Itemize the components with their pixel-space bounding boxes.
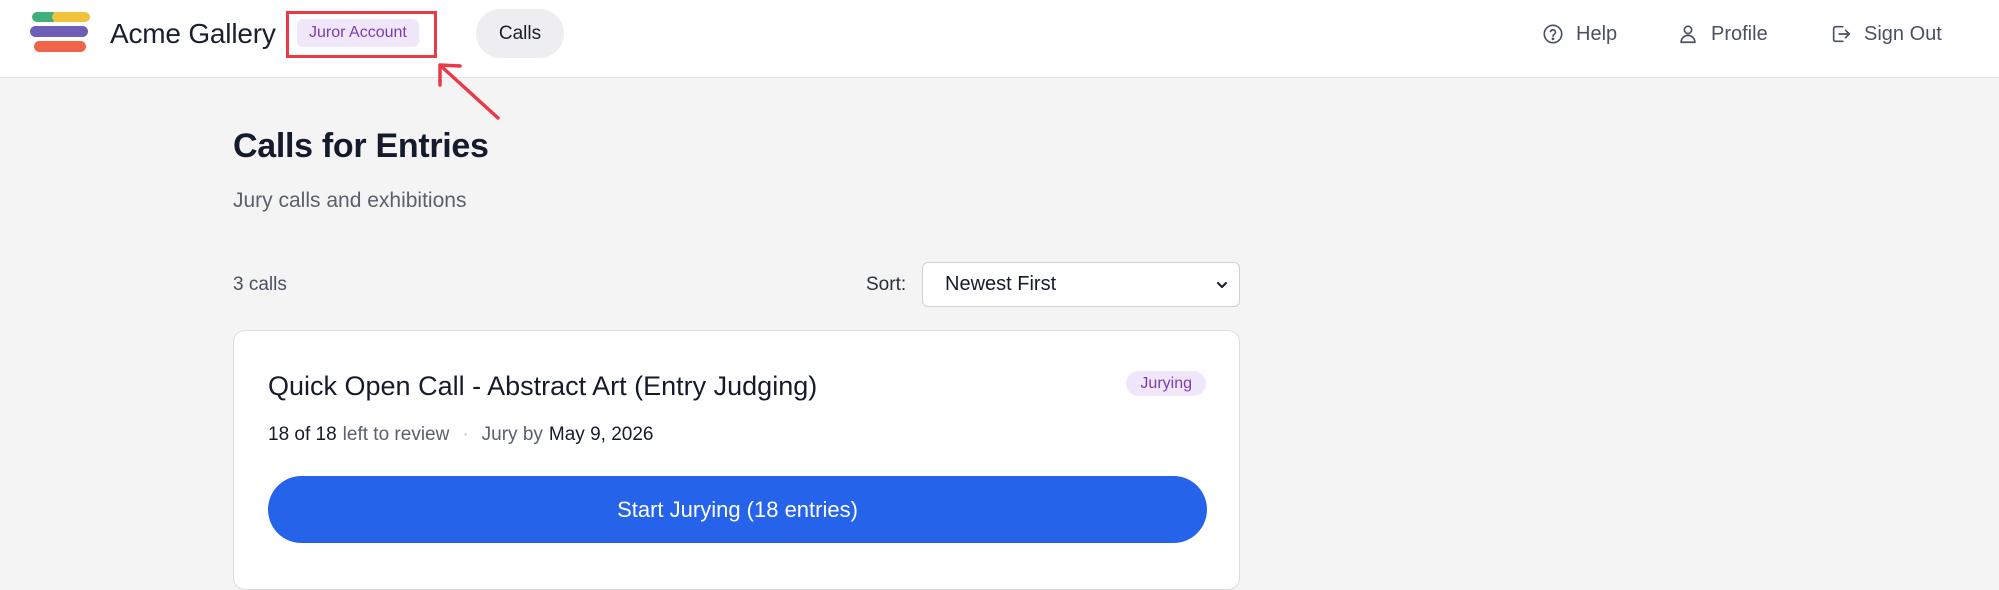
brand-name[interactable]: Acme Gallery [110,18,276,50]
sign-out-link[interactable]: Sign Out [1830,19,1942,49]
annotation-highlight-box [286,11,437,58]
annotation-arrow-icon [438,63,500,120]
call-meta: 18 of 18 left to review · Jury by May 9,… [268,424,653,446]
review-progress: 18 of 18 [268,424,337,445]
call-title[interactable]: Quick Open Call - Abstract Art (Entry Ju… [268,371,817,402]
jury-by-date: May 9, 2026 [548,424,654,445]
page-title: Calls for Entries [233,127,489,165]
nav-calls[interactable]: Calls [476,9,564,58]
acme-gallery-logo[interactable] [30,10,94,56]
call-card: Quick Open Call - Abstract Art (Entry Ju… [233,330,1240,590]
start-jurying-button[interactable]: Start Jurying (18 entries) [268,476,1207,543]
jury-by-label: Jury by [481,424,543,445]
sign-out-label: Sign Out [1864,22,1942,45]
chevron-down-icon [1217,282,1227,288]
meta-separator: · [462,424,469,445]
page-subtitle: Jury calls and exhibitions [233,189,467,212]
sign-out-icon [1832,25,1851,43]
sort-selected-value: Newest First [945,273,1057,295]
sort-select[interactable]: Newest First [922,262,1240,307]
status-badge: Jurying [1126,371,1206,396]
profile-label: Profile [1711,22,1768,45]
review-progress-suffix: left to review [342,424,450,445]
profile-link[interactable]: Profile [1677,19,1768,49]
help-label: Help [1576,22,1618,45]
top-navigation: Acme Gallery Juror Account Calls Help Pr… [0,0,1999,120]
user-icon [1680,25,1696,44]
calls-count: 3 calls [233,274,287,295]
sort-label: Sort: [866,274,907,295]
help-icon [1543,24,1563,44]
help-link[interactable]: Help [1542,19,1617,49]
